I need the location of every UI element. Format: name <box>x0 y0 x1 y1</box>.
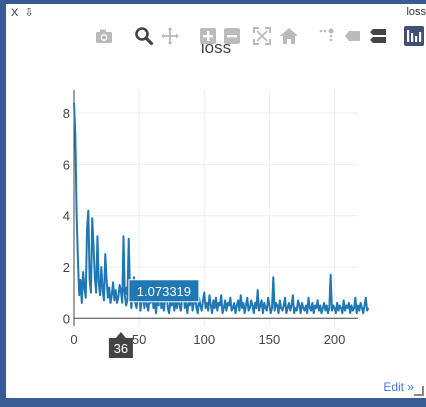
y-tick-label: 4 <box>63 209 70 224</box>
x-hover-pointer <box>115 332 126 338</box>
y-tick-label: 6 <box>63 157 70 172</box>
x-tick-label: 50 <box>132 332 146 347</box>
pan-icon[interactable] <box>158 24 182 48</box>
spike-lines-icon[interactable] <box>314 24 338 48</box>
plot-pane: X ⇩ loss loss 0 50 100 150 200 0 2 4 6 8 1.073319 3… <box>6 4 426 398</box>
x-tick-label: 0 <box>70 332 77 347</box>
edit-link[interactable]: Edit » <box>383 380 414 394</box>
zoom-out-icon[interactable] <box>220 24 244 48</box>
hover-value-label: 1.073319 <box>137 284 191 299</box>
x-tick-label: 100 <box>193 332 215 347</box>
window-frame-bottom <box>0 398 426 407</box>
y-tick-label: 8 <box>63 106 70 121</box>
resize-handle[interactable] <box>414 386 424 396</box>
x-tick-label: 150 <box>259 332 281 347</box>
x-tick-label: 200 <box>324 332 346 347</box>
plotly-logo-icon[interactable] <box>402 24 426 48</box>
hover-closest-icon[interactable] <box>340 24 364 48</box>
zoom-in-icon[interactable] <box>196 24 220 48</box>
modebar <box>92 24 426 50</box>
home-icon[interactable] <box>277 24 301 48</box>
y-tick-label: 2 <box>63 260 70 275</box>
loss-series-line[interactable] <box>73 102 370 315</box>
x-hover-label: 36 <box>114 341 128 356</box>
camera-icon[interactable] <box>92 24 116 48</box>
zoom-icon[interactable] <box>132 24 156 48</box>
loss-chart[interactable]: 0 50 100 150 200 0 2 4 6 8 1.073319 36 <box>6 4 426 398</box>
autoscale-icon[interactable] <box>250 24 274 48</box>
y-tick-label: 0 <box>63 311 70 326</box>
hover-compare-icon[interactable] <box>366 24 390 48</box>
